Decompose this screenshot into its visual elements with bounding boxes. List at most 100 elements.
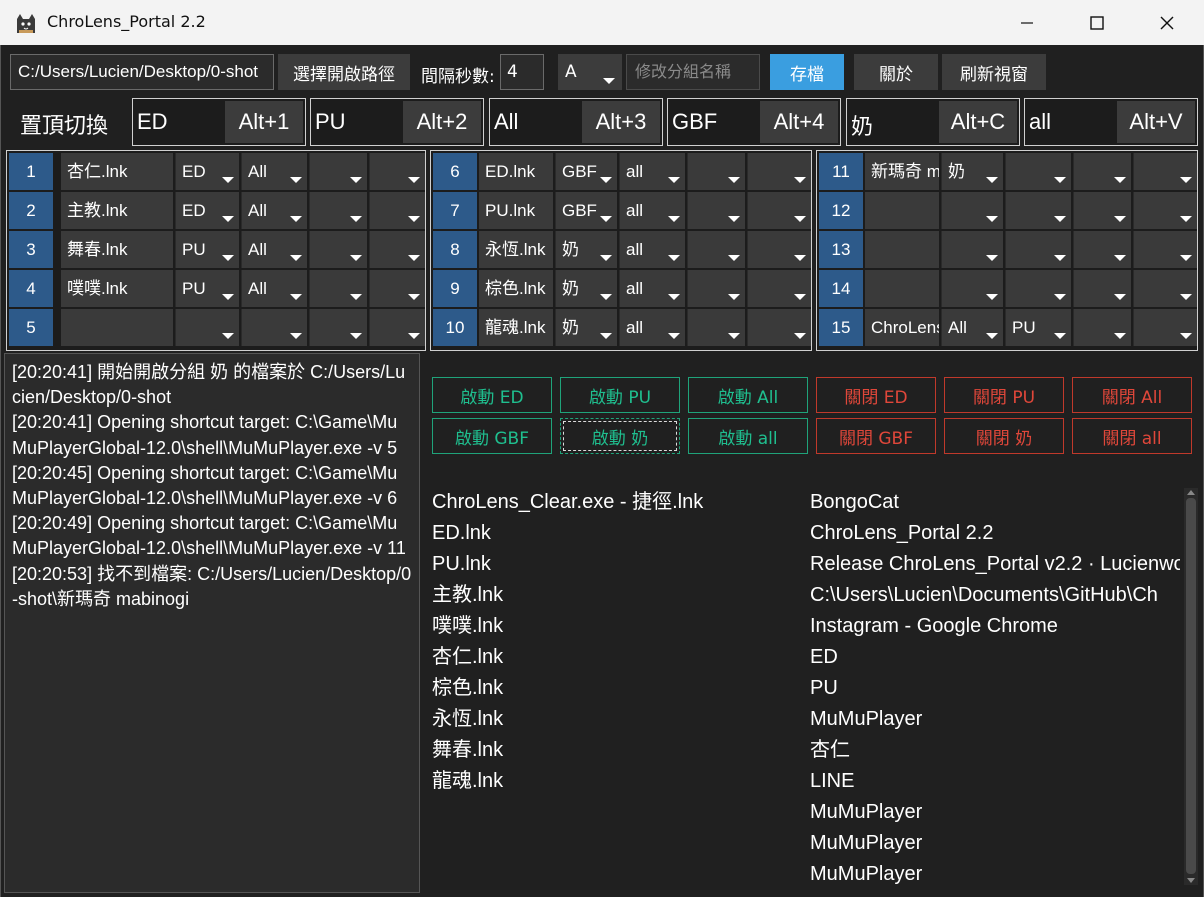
slot-group-select[interactable]: 奶 [555,309,617,346]
slot-file-field[interactable]: 永恆.lnk [479,231,553,268]
slot-group-select[interactable] [1133,153,1197,190]
file-list-item[interactable]: PU.lnk [432,549,802,580]
file-list-item[interactable]: 龍魂.lnk [432,766,802,797]
start-gbf-button[interactable]: 啟動 GBF [432,418,552,454]
file-list-item[interactable]: 棕色.lnk [432,673,802,704]
slot-group-select[interactable]: PU [1005,309,1071,346]
slot-group-select[interactable] [369,231,425,268]
hotkey-key[interactable]: Alt+3 [582,101,660,143]
slot-group-select[interactable]: All [241,270,307,307]
slot-group-select[interactable]: all [619,153,685,190]
file-list-item[interactable]: 杏仁.lnk [432,642,802,673]
slot-file-field[interactable]: PU.lnk [479,192,553,229]
slot-group-select[interactable] [1073,270,1131,307]
window-list-item[interactable]: BongoCat [810,487,1180,518]
slot-group-select[interactable] [1073,153,1131,190]
slot-group-select[interactable] [369,153,425,190]
slot-file-field[interactable]: ChroLens [865,309,939,346]
slot-group-select[interactable]: all [619,270,685,307]
window-list-item[interactable]: Release ChroLens_Portal v2.2 · Lucienwo [810,549,1180,580]
hotkey-group-name[interactable]: GBF [672,109,717,135]
slot-group-select[interactable] [1005,270,1071,307]
slot-group-select[interactable] [1133,309,1197,346]
start-ed-button[interactable]: 啟動 ED [432,377,552,413]
start-pu-button[interactable]: 啟動 PU [560,377,680,413]
slot-group-select[interactable] [687,192,745,229]
slot-group-select[interactable] [747,270,811,307]
file-list-item[interactable]: 主教.lnk [432,580,802,611]
slot-group-select[interactable]: ED [175,192,239,229]
interval-input[interactable]: 4 [500,54,544,90]
window-list-item[interactable]: LINE [810,766,1180,797]
slot-group-select[interactable] [1133,231,1197,268]
slot-group-select[interactable] [1133,192,1197,229]
slot-group-select[interactable]: All [241,231,307,268]
slot-file-field[interactable] [865,231,939,268]
slot-group-select[interactable] [747,309,811,346]
choose-path-button[interactable]: 選擇開啟路徑 [278,54,410,90]
hotkey-key[interactable]: Alt+4 [760,101,838,143]
slot-group-select[interactable]: 奶 [555,231,617,268]
scroll-down-icon[interactable] [1187,878,1195,883]
slot-group-select[interactable] [687,231,745,268]
slot-group-select[interactable] [1073,192,1131,229]
close-milk-button[interactable]: 關閉 奶 [944,418,1064,454]
slot-group-select[interactable]: All [241,153,307,190]
window-list-item[interactable]: ChroLens_Portal 2.2 [810,518,1180,549]
slot-group-select[interactable]: All [241,192,307,229]
slot-group-select[interactable] [309,231,367,268]
path-input[interactable]: C:/Users/Lucien/Desktop/0-shot [10,54,274,90]
slot-file-field[interactable]: 新瑪奇 mabinogi [865,153,939,190]
hotkey-group-name[interactable]: ED [137,109,168,135]
window-list-item[interactable]: MuMuPlayer [810,704,1180,735]
slot-group-select[interactable] [941,231,1003,268]
slot-group-select[interactable] [1073,231,1131,268]
rename-group-input[interactable]: 修改分組名稱 [626,54,760,90]
slot-group-select[interactable] [687,153,745,190]
slot-group-select[interactable] [747,192,811,229]
hotkey-group-name[interactable]: PU [315,109,346,135]
window-list-item[interactable]: 杏仁 [810,735,1180,766]
hotkey-key[interactable]: Alt+2 [403,101,481,143]
slot-file-field[interactable]: 噗噗.lnk [61,270,173,307]
slot-group-select[interactable] [369,192,425,229]
about-button[interactable]: 關於 [854,54,938,90]
slot-group-select[interactable] [241,309,307,346]
group-select[interactable]: A [558,54,622,90]
close-all-button[interactable]: 關閉 All [1072,377,1192,413]
slot-group-select[interactable]: ED [175,153,239,190]
file-list-item[interactable]: 舞春.lnk [432,735,802,766]
close-pu-button[interactable]: 關閉 PU [944,377,1064,413]
window-list-item[interactable]: ED [810,642,1180,673]
slot-file-field[interactable] [865,270,939,307]
slot-file-field[interactable] [865,192,939,229]
close-gbf-button[interactable]: 關閉 GBF [816,418,936,454]
file-list-item[interactable]: ED.lnk [432,518,802,549]
refresh-window-button[interactable]: 刷新視窗 [942,54,1046,90]
slot-group-select[interactable] [687,309,745,346]
window-list-item[interactable]: MuMuPlayer [810,828,1180,859]
slot-file-field[interactable]: 杏仁.lnk [61,153,173,190]
window-list-item[interactable]: MuMuPlayer [810,797,1180,828]
hotkey-group-name[interactable]: All [494,109,518,135]
file-list-item[interactable]: 永恆.lnk [432,704,802,735]
slot-group-select[interactable] [1073,309,1131,346]
slot-group-select[interactable] [941,192,1003,229]
slot-group-select[interactable] [1005,231,1071,268]
log-panel[interactable]: [20:20:41] 開始開啟分組 奶 的檔案於 C:/Users/Lucien… [4,353,420,893]
slot-group-select[interactable] [747,231,811,268]
start-all-lower-button[interactable]: 啟動 all [688,418,808,454]
file-list-item[interactable]: 噗噗.lnk [432,611,802,642]
save-button[interactable]: 存檔 [770,54,844,90]
slot-group-select[interactable]: all [619,192,685,229]
slot-group-select[interactable]: 奶 [555,270,617,307]
slot-group-select[interactable] [309,309,367,346]
hotkey-group-name[interactable]: 奶 [851,109,873,141]
hotkey-group-name[interactable]: all [1029,109,1051,135]
slot-group-select[interactable] [369,270,425,307]
slot-group-select[interactable]: PU [175,231,239,268]
slot-group-select[interactable] [175,309,239,346]
minimize-button-area[interactable] [992,0,1062,45]
window-list-item[interactable]: MuMuPlayer [810,859,1180,887]
slot-group-select[interactable]: all [619,231,685,268]
